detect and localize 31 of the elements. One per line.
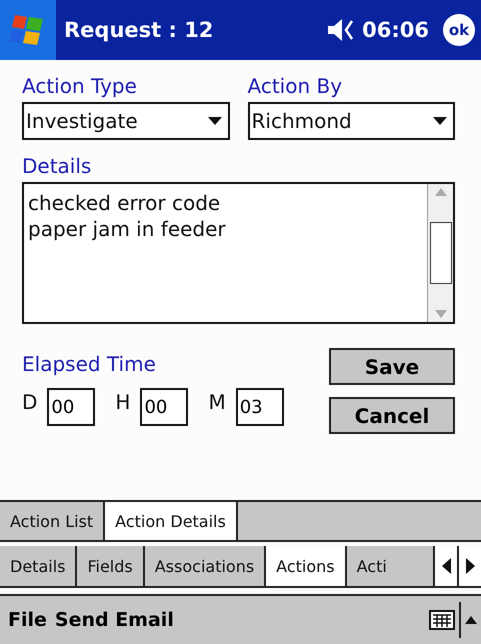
save-button[interactable]: Save: [329, 348, 455, 385]
field-label: Action By: [248, 74, 344, 100]
window-title: Request : 12: [64, 18, 214, 42]
field-label: Action Type: [22, 74, 138, 100]
scroll-left-button[interactable]: [433, 546, 457, 586]
right-arrow-icon: [466, 558, 474, 574]
tab[interactable]: Action Details: [105, 502, 238, 540]
unit-label: H: [115, 390, 130, 414]
menu-item[interactable]: File: [8, 609, 47, 631]
cancel-button[interactable]: Cancel: [329, 397, 455, 434]
details-textarea[interactable]: checked error code paper jam in feeder: [22, 182, 455, 324]
clock[interactable]: 06:06: [362, 18, 429, 42]
dropdown[interactable]: Richmond: [248, 102, 455, 140]
ok-button[interactable]: ok: [443, 14, 475, 46]
input-field[interactable]: 03: [236, 388, 284, 426]
start-button[interactable]: [0, 0, 56, 60]
caret-icon: [208, 117, 222, 125]
input-field[interactable]: 00: [47, 388, 96, 426]
left-arrow-icon: [442, 558, 450, 574]
caret-up-icon[interactable]: [465, 616, 477, 624]
field-label: Details: [22, 154, 92, 180]
field-label: Elapsed Time: [22, 352, 157, 378]
scroll-right-button[interactable]: [457, 546, 481, 586]
keyboard-icon[interactable]: [429, 610, 455, 630]
menu-item[interactable]: Send Email: [54, 609, 174, 631]
tab[interactable]: Actions: [266, 546, 347, 586]
unit-label: D: [22, 390, 38, 414]
input-field[interactable]: 00: [140, 388, 188, 426]
dropdown[interactable]: Investigate: [22, 102, 230, 140]
caret-icon: [433, 117, 447, 125]
unit-label: M: [208, 390, 226, 414]
